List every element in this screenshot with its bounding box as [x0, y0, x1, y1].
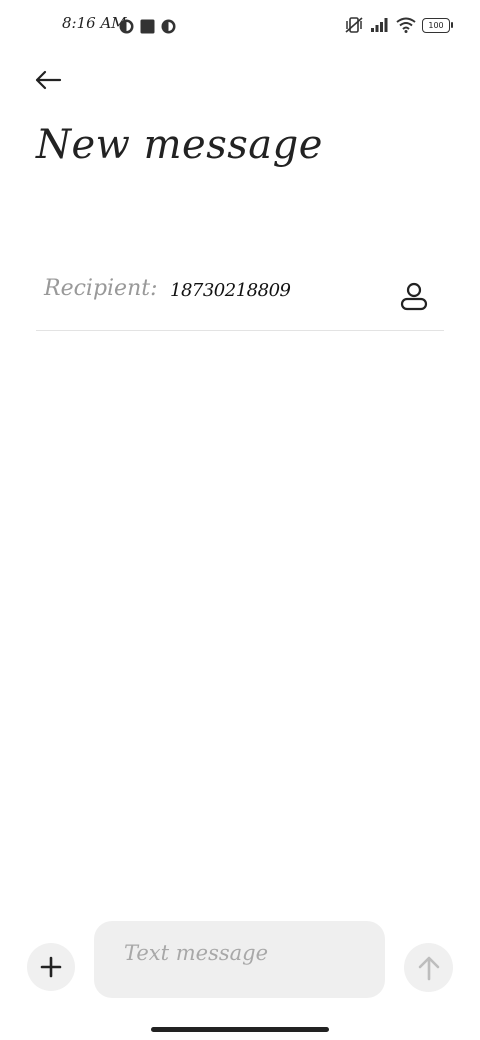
plus-icon [40, 956, 62, 978]
wifi-icon [396, 17, 416, 33]
recipient-field[interactable]: Recipient: 18730218809 [36, 268, 444, 331]
arrow-left-icon [35, 70, 62, 90]
status-system-icons: 100 [344, 16, 453, 34]
message-placeholder: Text message [124, 941, 269, 965]
person-icon [400, 282, 428, 311]
status-notification-icons [119, 19, 176, 34]
home-indicator[interactable] [151, 1027, 329, 1032]
vibrate-off-icon [345, 17, 363, 33]
page-title: New message [36, 122, 323, 168]
attach-button[interactable] [27, 943, 75, 991]
signal-icon [371, 18, 388, 32]
recipient-label: Recipient: [44, 276, 158, 301]
arrow-up-icon [418, 956, 439, 980]
status-bar: 8:16 AM 100 [0, 0, 480, 52]
contacts-button[interactable] [396, 278, 432, 314]
app-notification-icon [119, 19, 134, 34]
message-input[interactable]: Text message [94, 921, 385, 998]
battery-icon: 100 [422, 17, 453, 33]
square-notification-icon [140, 19, 155, 34]
back-button[interactable] [28, 62, 68, 98]
status-time: 8:16 AM [62, 14, 127, 32]
recipient-input[interactable]: 18730218809 [170, 280, 370, 301]
send-button[interactable] [404, 943, 453, 992]
app-notification-icon [161, 19, 176, 34]
